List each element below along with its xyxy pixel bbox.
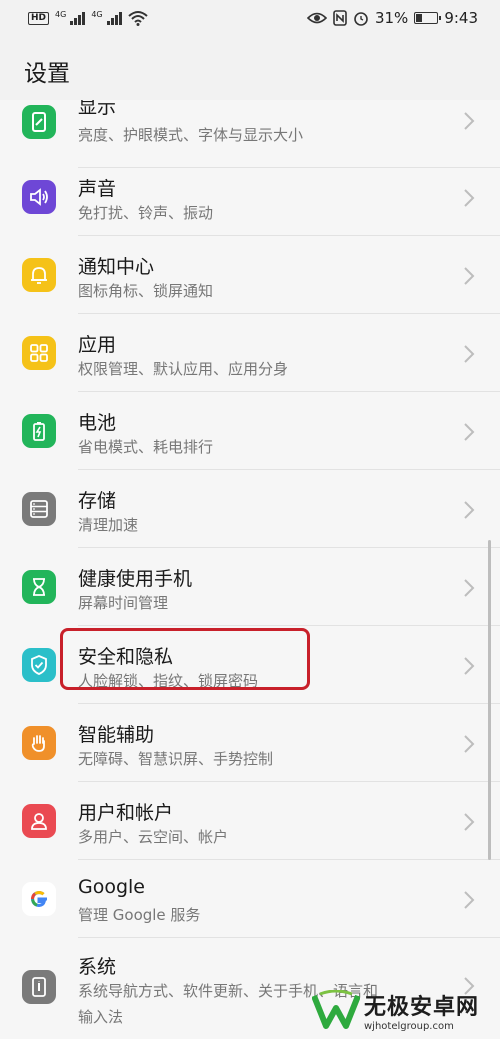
chevron-right-icon [464,423,475,441]
chevron-right-icon [464,345,475,363]
settings-item-sound[interactable]: 声音 免打扰、铃声、振动 [0,158,500,236]
chevron-right-icon [464,657,475,675]
sound-icon [22,180,56,214]
bell-icon [22,258,56,292]
red-highlight-box [60,628,310,690]
watermark-logo-icon [312,990,360,1029]
settings-item-subtitle: 清理加速 [78,516,139,534]
chevron-right-icon [464,891,475,909]
google-icon [22,882,56,916]
settings-item-title: 用户和帐户 [78,802,174,824]
hourglass-icon [22,570,56,604]
settings-item-subtitle: 无障碍、智慧识屏、手势控制 [78,750,274,768]
header: 设置 [0,36,500,100]
user-icon [22,804,56,838]
settings-item-users-accounts[interactable]: 用户和帐户 多用户、云空间、帐户 [0,782,500,860]
system-icon [22,970,56,1004]
settings-item-notifications[interactable]: 通知中心 图标角标、锁屏通知 [0,236,500,314]
settings-item-subtitle: 亮度、护眼模式、字体与显示大小 [78,126,304,144]
settings-item-subtitle: 多用户、云空间、帐户 [78,828,229,846]
signal-icon [70,11,86,25]
chevron-right-icon [464,267,475,285]
settings-item-subtitle: 管理 Google 服务 [78,906,201,924]
wifi-icon [127,11,148,26]
settings-item-battery[interactable]: 电池 省电模式、耗电排行 [0,392,500,470]
hd-badge: HD [28,11,50,25]
chevron-right-icon [464,579,475,597]
settings-item-title: Google [78,876,146,898]
chevron-right-icon [464,735,475,753]
settings-item-digital-balance[interactable]: 健康使用手机 屏幕时间管理 [0,548,500,626]
settings-item-title: 应用 [78,334,117,356]
signal-icon [106,11,122,25]
storage-icon [22,492,56,526]
hand-icon [22,726,56,760]
nfc-icon [333,10,347,26]
chevron-right-icon [464,112,475,130]
battery-icon [414,12,442,24]
settings-item-subtitle: 权限管理、默认应用、应用分身 [78,360,289,378]
settings-item-subtitle: 省电模式、耗电排行 [78,438,214,456]
eye-comfort-icon [306,12,327,24]
settings-item-subtitle-continued: 输入法 [78,1008,124,1026]
scrollbar[interactable] [488,540,491,860]
settings-item-subtitle: 图标角标、锁屏通知 [78,282,214,300]
display-icon [22,105,56,139]
watermark-title: 无极安卓网 [364,994,480,1020]
settings-list[interactable]: 显示 亮度、护眼模式、字体与显示大小 声音 免打扰、铃声、振动 通知中心 图标角… [0,100,500,1039]
settings-item-title: 存储 [78,490,117,512]
status-bar: HD 4G 4G 31% 9:43 [0,0,500,36]
network-type-1: 4G [55,10,67,19]
alarm-icon [354,12,368,26]
settings-item-title: 系统 [78,956,117,978]
chevron-right-icon [464,189,475,207]
page-title: 设置 [24,61,70,87]
settings-item-storage[interactable]: 存储 清理加速 [0,470,500,548]
watermark: 无极安卓网 wjhotelgroup.com [312,985,497,1035]
chevron-right-icon [464,501,475,519]
settings-item-smart-assistance[interactable]: 智能辅助 无障碍、智慧识屏、手势控制 [0,704,500,782]
battery-icon [22,414,56,448]
settings-item-title: 健康使用手机 [78,568,193,590]
watermark-url: wjhotelgroup.com [364,1020,454,1032]
settings-item-title: 通知中心 [78,256,155,278]
chevron-right-icon [464,813,475,831]
clock: 9:43 [444,9,478,27]
settings-item-title: 显示 [78,100,117,118]
settings-item-apps[interactable]: 应用 权限管理、默认应用、应用分身 [0,314,500,392]
settings-item-google[interactable]: Google 管理 Google 服务 [0,860,500,938]
apps-grid-icon [22,336,56,370]
shield-icon [22,648,56,682]
network-type-2: 4G [91,10,103,19]
settings-item-subtitle: 免打扰、铃声、振动 [78,204,214,222]
settings-item-subtitle: 屏幕时间管理 [78,594,169,612]
settings-item-title: 声音 [78,178,117,200]
settings-item-title: 电池 [78,412,117,434]
battery-percent: 31% [374,9,409,27]
settings-item-title: 智能辅助 [78,724,155,746]
